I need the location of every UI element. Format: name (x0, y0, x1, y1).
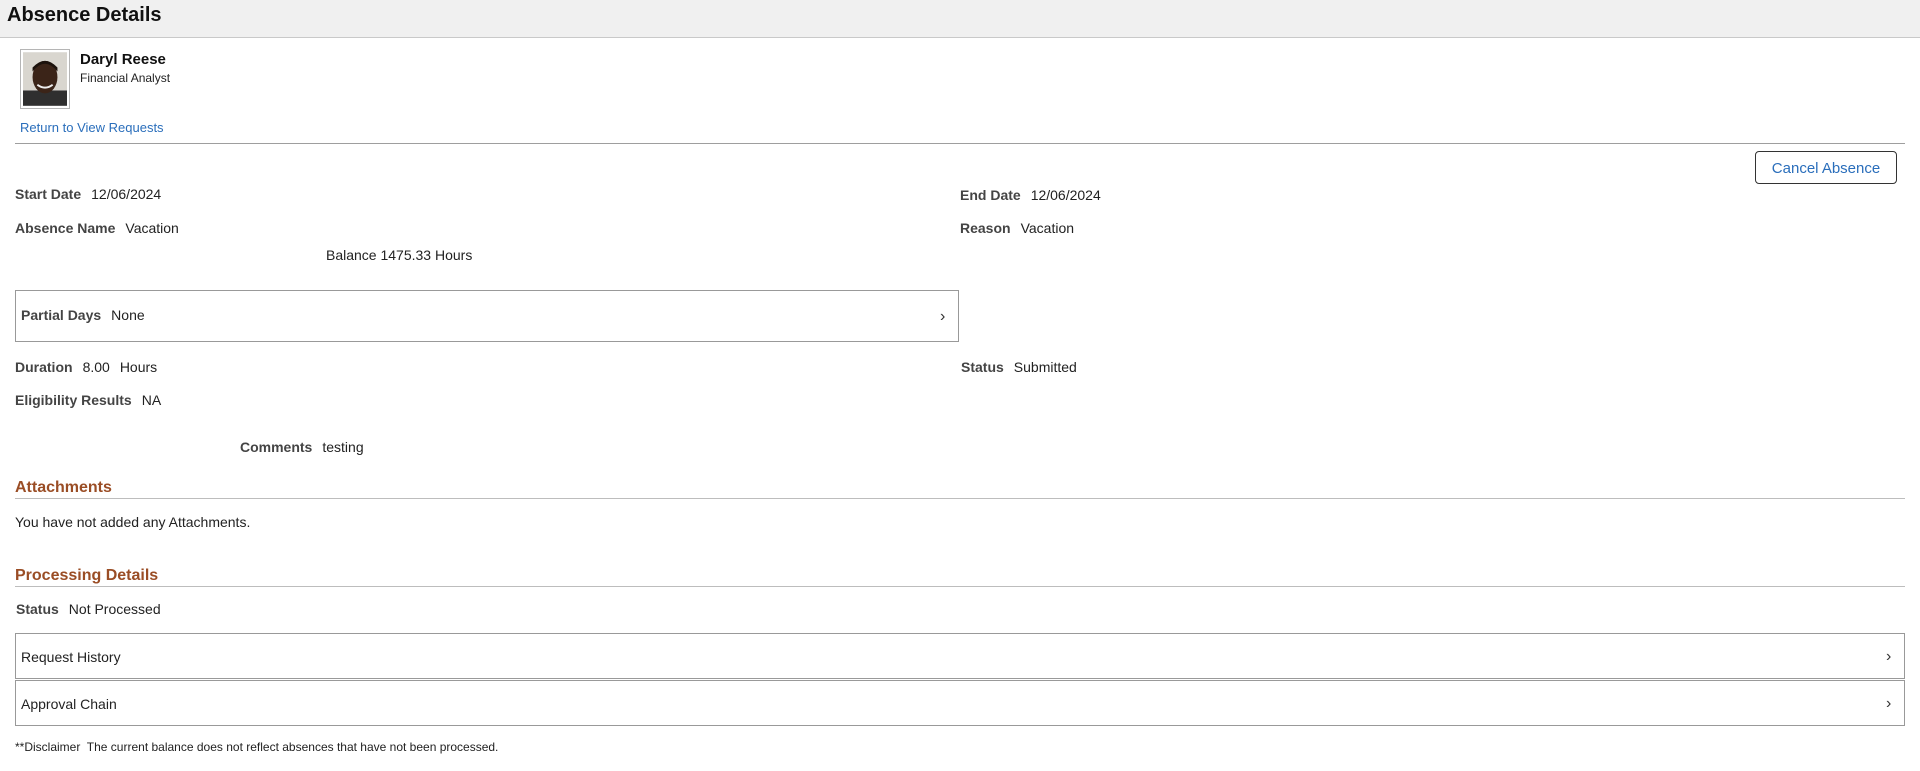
partial-days-row[interactable]: Partial Days None › (15, 290, 959, 342)
employee-job-title: Financial Analyst (80, 71, 171, 85)
reason-field: Reason Vacation (960, 220, 1074, 236)
chevron-right-icon: › (1886, 648, 1892, 665)
return-to-view-requests-link[interactable]: Return to View Requests (20, 120, 164, 135)
divider (15, 498, 1905, 499)
reason-value: Vacation (1020, 220, 1075, 236)
divider (15, 586, 1905, 587)
partial-days-field: Partial Days None (21, 307, 145, 323)
duration-field: Duration 8.00 Hours (15, 359, 157, 375)
processing-status-value: Not Processed (68, 601, 161, 617)
processing-details-heading: Processing Details (15, 567, 159, 584)
attachments-empty-text: You have not added any Attachments. (15, 514, 251, 530)
chevron-right-icon: › (940, 308, 946, 325)
absence-name-field: Absence Name Vacation (15, 220, 179, 236)
balance-value: 1475.33 (380, 247, 432, 263)
processing-status-label: Status (16, 601, 59, 617)
page-header: Absence Details (0, 0, 1920, 38)
request-status-label: Status (961, 359, 1004, 375)
balance-label: Balance (326, 247, 377, 263)
absence-name-value: Vacation (125, 220, 179, 236)
attachments-heading: Attachments (15, 479, 112, 496)
processing-status-field: Status Not Processed (16, 601, 161, 617)
duration-label: Duration (15, 359, 73, 375)
duration-unit: Hours (119, 359, 158, 375)
request-status-field: Status Submitted (961, 359, 1077, 375)
approval-chain-row[interactable]: Approval Chain › (15, 680, 1905, 726)
eligibility-results-value: NA (141, 392, 162, 408)
balance-unit: Hours (434, 247, 473, 263)
comments-label: Comments (240, 439, 313, 455)
approval-chain-label: Approval Chain (21, 696, 117, 712)
comments-value: testing (322, 439, 364, 455)
absence-name-label: Absence Name (15, 220, 116, 236)
eligibility-results-field: Eligibility Results NA (15, 392, 161, 408)
cancel-absence-button[interactable]: Cancel Absence (1755, 151, 1897, 184)
end-date-field: End Date 12/06/2024 (960, 187, 1101, 203)
duration-value: 8.00 (82, 359, 110, 375)
end-date-label: End Date (960, 187, 1021, 203)
start-date-value: 12/06/2024 (91, 186, 162, 202)
request-history-row[interactable]: Request History › (15, 633, 1905, 679)
disclaimer-text: The current balance does not reflect abs… (86, 740, 499, 754)
comments-field: Comments testing (240, 439, 364, 455)
divider (15, 143, 1905, 144)
request-history-label: Request History (21, 649, 121, 665)
employee-name: Daryl Reese (80, 51, 166, 68)
reason-label: Reason (960, 220, 1011, 236)
eligibility-results-label: Eligibility Results (15, 392, 132, 408)
avatar (20, 49, 70, 109)
page-title: Absence Details (7, 4, 162, 26)
request-status-value: Submitted (1013, 359, 1077, 375)
partial-days-value: None (111, 307, 145, 323)
start-date-label: Start Date (15, 186, 82, 202)
start-date-field: Start Date 12/06/2024 (15, 186, 161, 202)
disclaimer: **Disclaimer The current balance does no… (15, 740, 498, 754)
end-date-value: 12/06/2024 (1030, 187, 1101, 203)
chevron-right-icon: › (1886, 695, 1892, 712)
employee-photo-icon (23, 52, 67, 106)
disclaimer-prefix: **Disclaimer (15, 740, 81, 754)
balance-field: Balance 1475.33 Hours (326, 247, 472, 263)
partial-days-label: Partial Days (21, 307, 102, 323)
